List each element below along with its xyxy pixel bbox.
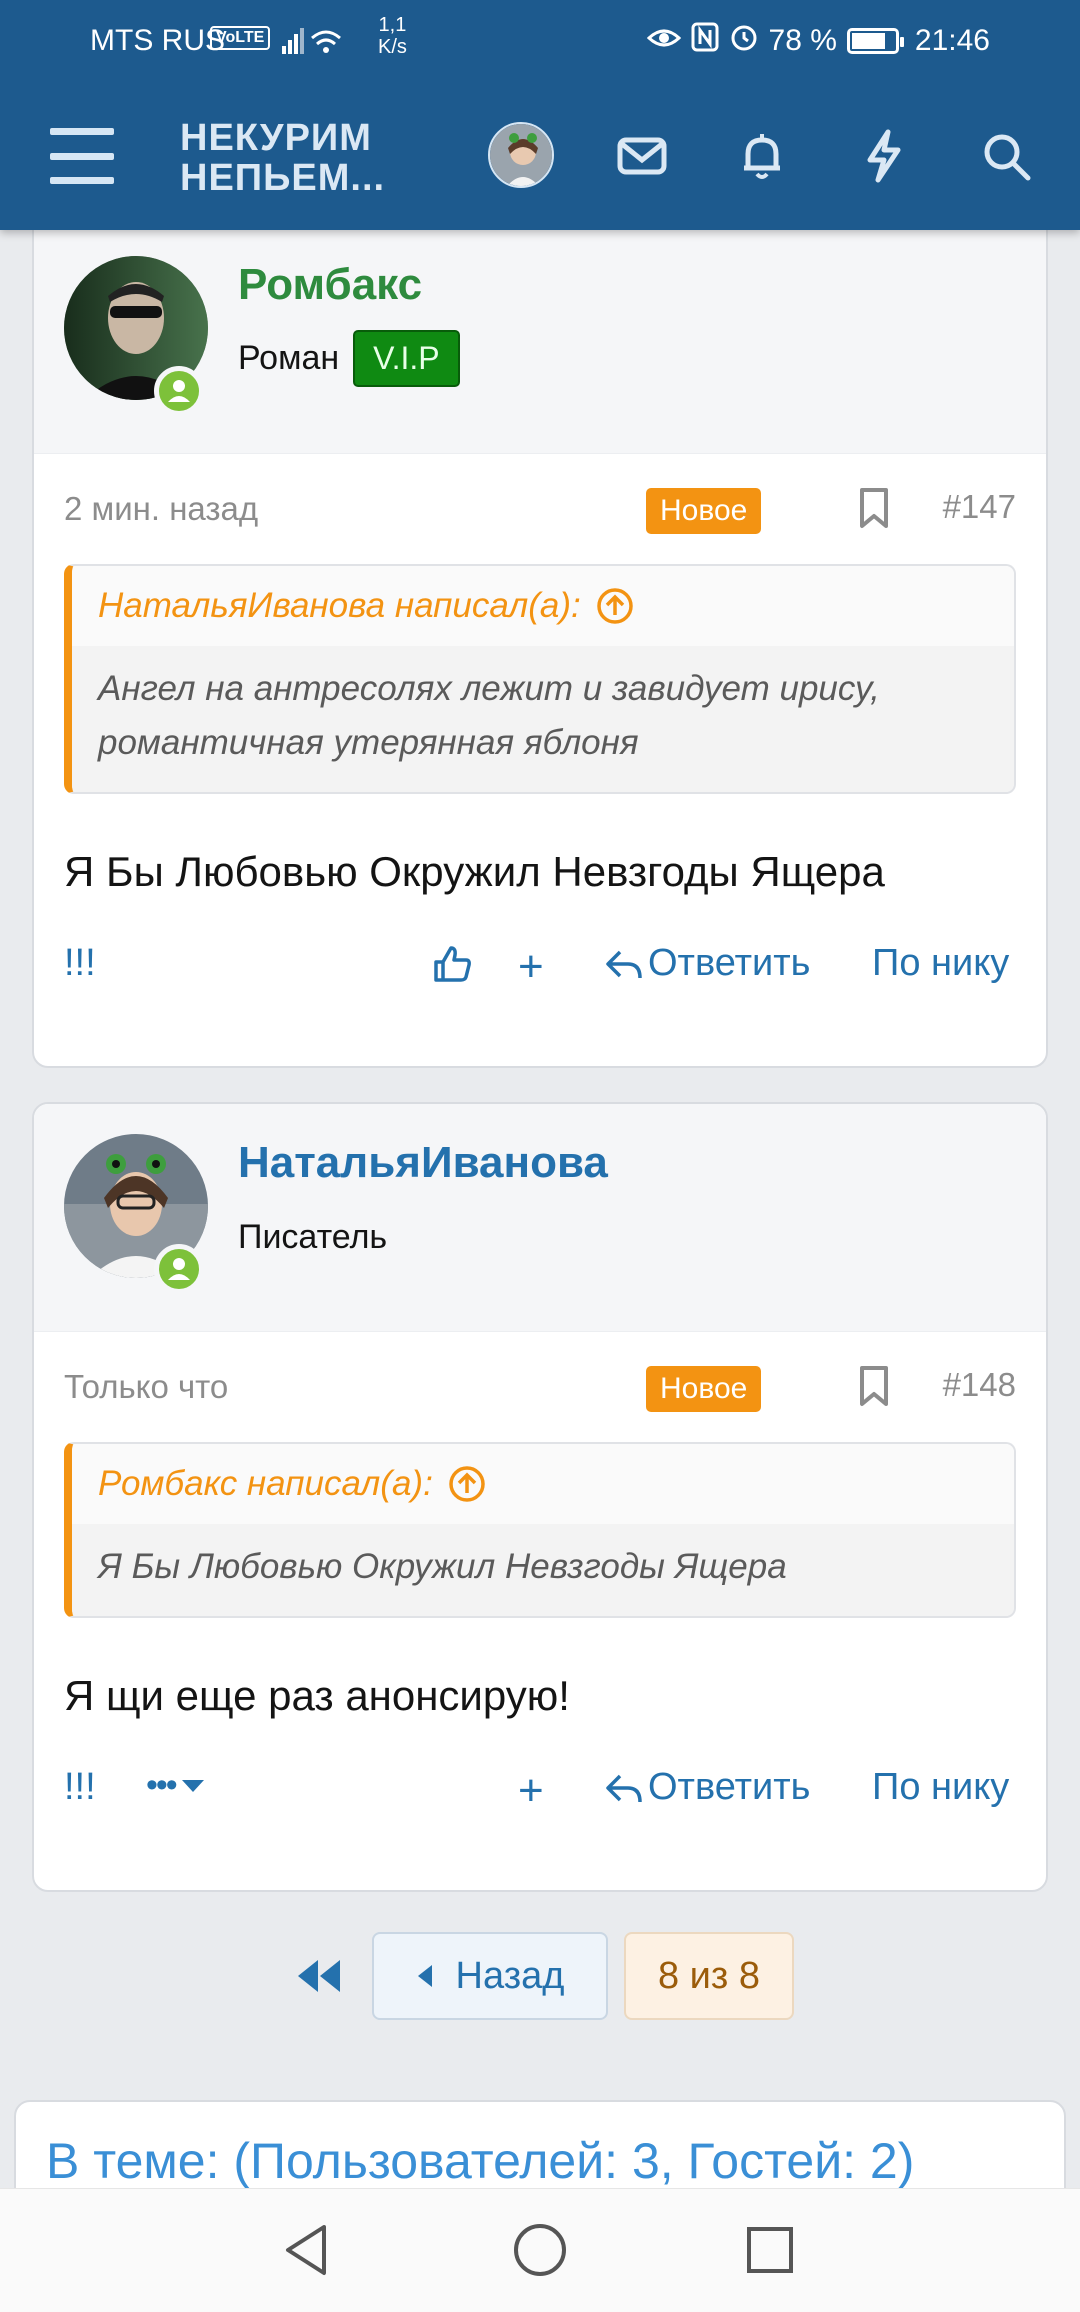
post-number[interactable]: #148 — [943, 1366, 1016, 1404]
logo-line-1: НЕКУРИМ — [180, 117, 372, 159]
react-marks-button[interactable]: !!! — [64, 1766, 96, 1809]
caret-left-icon — [417, 1965, 432, 1987]
quote-header[interactable]: НатальяИванова написал(а): — [72, 566, 1014, 646]
arrow-up-circle-icon[interactable] — [447, 1464, 487, 1504]
search-icon[interactable] — [978, 128, 1034, 184]
more-menu-button[interactable]: ••• — [146, 1766, 206, 1805]
online-status-icon — [154, 1244, 204, 1294]
reply-button[interactable]: Ответить — [604, 942, 810, 985]
post-actions: !!! + Ответить По нику — [34, 916, 1046, 1016]
post-number[interactable]: #147 — [943, 488, 1016, 526]
post-author-block: НатальяИванова Писатель — [34, 1104, 1046, 1332]
react-marks-button[interactable]: !!! — [64, 942, 96, 985]
bell-icon[interactable] — [734, 128, 790, 184]
lightning-icon[interactable] — [856, 128, 912, 184]
app-header: MTS RUS VoLTE 1,1 K/s 78 % 21:46 НЕКУРИМ … — [0, 0, 1080, 230]
carrier-label: MTS RUS — [90, 24, 225, 57]
username-link[interactable]: Ромбакс — [238, 260, 422, 310]
bookmark-icon[interactable] — [854, 1362, 894, 1410]
home-nav-icon[interactable] — [507, 2217, 573, 2283]
mail-icon[interactable] — [614, 128, 670, 184]
bookmark-icon[interactable] — [854, 484, 894, 532]
system-nav-bar — [0, 2188, 1080, 2312]
online-status-icon — [154, 366, 204, 416]
alarm-icon — [729, 22, 759, 60]
status-bar: MTS RUS VoLTE 1,1 K/s 78 % 21:46 — [0, 0, 1080, 80]
user-title-text: Роман — [238, 339, 340, 377]
reply-label: Ответить — [648, 1766, 811, 1808]
quote-author: Ромбакс написал(а): — [98, 1464, 433, 1503]
current-page-button[interactable]: 8 из 8 — [624, 1932, 794, 2020]
post-message: Я щи еще раз анонсирую! — [64, 1672, 570, 1719]
post-actions: !!! ••• + Ответить По нику — [34, 1740, 1046, 1840]
battery-percent: 78 % — [768, 24, 837, 57]
more-dots: ••• — [146, 1766, 178, 1804]
account-avatar[interactable] — [488, 122, 554, 188]
quote-text: Я Бы Любовью Окружил Невзгоды Ящера — [72, 1524, 1014, 1616]
online-users-title[interactable]: В теме: (Пользователей: 3, Гостей: 2) — [46, 2132, 914, 2190]
site-header: НЕКУРИМ НЕПЬЕМ... — [0, 80, 1080, 230]
post-148: НатальяИванова Писатель Только что Новое… — [32, 1102, 1048, 1892]
menu-icon[interactable] — [50, 128, 114, 184]
first-page-icon[interactable] — [294, 1952, 344, 2000]
back-nav-icon[interactable] — [274, 2217, 340, 2283]
reply-label: Ответить — [648, 942, 811, 984]
quote-block: Ромбакс написал(а): Я Бы Любовью Окружил… — [64, 1442, 1016, 1618]
post-meta: Только что Новое #148 — [34, 1332, 1046, 1442]
quote-header[interactable]: Ромбакс написал(а): — [72, 1444, 1014, 1524]
quote-by-nick-button[interactable]: По нику — [872, 1766, 1009, 1809]
recents-nav-icon[interactable] — [737, 2217, 803, 2283]
logo-line-2: НЕПЬЕМ... — [180, 157, 386, 199]
signal-wifi-icon — [282, 20, 342, 60]
vip-badge: V.I.P — [353, 330, 460, 387]
post-147: Ромбакс Роман V.I.P 2 мин. назад Новое #… — [32, 210, 1048, 1068]
clock: 21:46 — [914, 24, 990, 57]
arrow-up-circle-icon[interactable] — [595, 586, 635, 626]
quote-block: НатальяИванова написал(а): Ангел на антр… — [64, 564, 1016, 794]
volte-badge: VoLTE — [210, 26, 271, 50]
quote-author: НатальяИванова написал(а): — [98, 586, 581, 625]
nfc-icon — [691, 22, 719, 60]
battery-icon — [846, 28, 904, 54]
post-message: Я Бы Любовью Окружил Невзгоды Ящера — [64, 848, 885, 895]
add-button[interactable]: + — [518, 942, 544, 992]
like-icon[interactable] — [430, 942, 474, 986]
username-link[interactable]: НатальяИванова — [238, 1138, 608, 1188]
network-speed: 1,1 K/s — [378, 14, 407, 58]
site-logo[interactable]: НЕКУРИМ НЕПЬЕМ... — [180, 118, 385, 198]
quote-text: Ангел на антресолях лежит и завидует ири… — [72, 646, 1014, 792]
post-meta: 2 мин. назад Новое #147 — [34, 454, 1046, 564]
post-author-block: Ромбакс Роман V.I.P — [34, 212, 1046, 454]
post-date[interactable]: 2 мин. назад — [64, 490, 258, 528]
new-badge: Новое — [646, 488, 762, 534]
caret-down-icon — [181, 1779, 204, 1792]
prev-label: Назад — [455, 1954, 565, 1997]
reply-icon — [606, 950, 642, 978]
reply-icon — [606, 1774, 642, 1802]
user-title: Роман V.I.P — [238, 330, 460, 387]
quote-by-nick-button[interactable]: По нику — [872, 942, 1009, 985]
user-title-text: Писатель — [238, 1218, 388, 1256]
eye-icon — [646, 24, 681, 58]
user-title: Писатель — [238, 1218, 387, 1257]
new-badge: Новое — [646, 1366, 762, 1412]
prev-page-button[interactable]: Назад — [372, 1932, 608, 2020]
post-date[interactable]: Только что — [64, 1368, 228, 1406]
add-button[interactable]: + — [518, 1766, 544, 1816]
reply-button[interactable]: Ответить — [604, 1766, 810, 1809]
